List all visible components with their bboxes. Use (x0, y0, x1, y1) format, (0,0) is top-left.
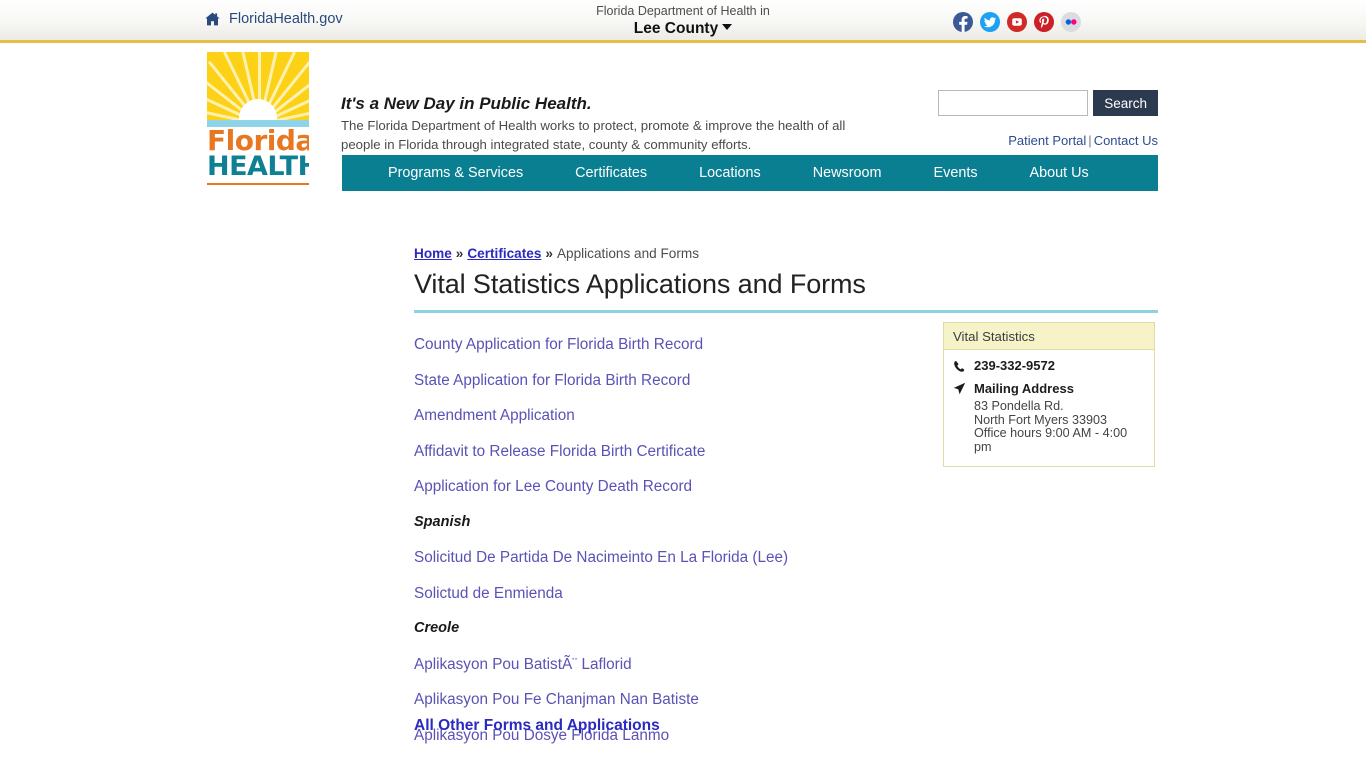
nav-item-locations[interactable]: Locations (673, 155, 787, 191)
address-row: Mailing Address 83 Pondella Rd. North Fo… (953, 380, 1145, 454)
office-hours: Office hours 9:00 AM - 4:00 pm (974, 426, 1128, 454)
language-heading-creole: Creole (414, 620, 460, 636)
contact-us-link[interactable]: Contact Us (1094, 133, 1158, 148)
tagline-description: The Florida Department of Health works t… (341, 118, 846, 152)
social-links (953, 12, 1081, 32)
all-other-forms-link[interactable]: All Other Forms and Applications (414, 717, 660, 735)
breadcrumb-certificates[interactable]: Certificates (467, 246, 541, 261)
chevron-down-icon (722, 24, 733, 30)
address-street: 83 Pondella Rd. (974, 399, 1064, 413)
patient-portal-link[interactable]: Patient Portal (1008, 133, 1086, 148)
list-item[interactable]: State Application for Florida Birth Reco… (414, 363, 924, 399)
sunburst-graphic (207, 52, 309, 120)
breadcrumb-home[interactable]: Home (414, 246, 452, 261)
nav-item-about-us[interactable]: About Us (1004, 155, 1115, 191)
navigation-arrow-icon (953, 380, 967, 395)
nav-item-programs-services[interactable]: Programs & Services (362, 155, 549, 191)
masthead: Florida HEALTH Lee County It's a New Day… (0, 43, 1366, 185)
nav-item-certificates[interactable]: Certificates (549, 155, 673, 191)
nav-item-newsroom[interactable]: Newsroom (787, 155, 908, 191)
phone-number[interactable]: 239-332-9572 (974, 358, 1055, 374)
search-button[interactable]: Search (1093, 90, 1158, 116)
floridahealth-gov-link[interactable]: FloridaHealth.gov (205, 11, 343, 27)
logo-word-florida: Florida (207, 124, 309, 157)
site-search: Search (938, 90, 1158, 116)
utility-links: Patient Portal | Contact Us (1008, 133, 1158, 148)
facebook-icon[interactable] (953, 12, 973, 32)
utility-link-separator: | (1088, 133, 1092, 148)
top-utility-bar: FloridaHealth.gov Florida Department of … (0, 0, 1366, 43)
main-navigation-wrapper: Programs & Services Certificates Locatio… (0, 155, 1366, 191)
county-selector[interactable]: Lee County (633, 19, 733, 38)
main-navigation: Programs & Services Certificates Locatio… (342, 155, 1158, 191)
floridahealth-gov-label: FloridaHealth.gov (229, 11, 343, 27)
phone-row: 239-332-9572 (953, 358, 1145, 374)
language-heading-spanish: Spanish (414, 513, 471, 530)
home-icon (205, 12, 220, 26)
list-item[interactable]: Aplikasyon Pou Fe Chanjman Nan Batiste (414, 682, 924, 718)
vital-statistics-card: Vital Statistics 239-332-9572 Mailing Ad… (943, 322, 1155, 468)
card-title: Vital Statistics (944, 323, 1154, 350)
county-selector-label: Lee County (633, 20, 719, 37)
address-city: North Fort Myers 33903 (974, 412, 1107, 427)
list-item[interactable]: Solicitud De Partida De Nacimeinto En La… (414, 540, 924, 576)
youtube-icon[interactable] (1007, 12, 1027, 32)
logo-word-health: HEALTH (207, 151, 309, 182)
breadcrumb-current: Applications and Forms (556, 246, 699, 261)
flickr-icon[interactable] (1061, 12, 1081, 32)
address-lines: 83 Pondella Rd. North Fort Myers 33903 O… (974, 399, 1145, 454)
pinterest-icon[interactable] (1034, 12, 1054, 32)
document-link-list: County Application for Florida Birth Rec… (414, 327, 924, 753)
breadcrumb-separator: » (545, 246, 553, 261)
list-item[interactable]: Amendment Application (414, 398, 924, 434)
breadcrumb: Home» Certificates» Applications and Forms (414, 246, 699, 261)
florida-health-logo[interactable]: Florida HEALTH Lee County (207, 52, 309, 185)
list-item[interactable]: County Application for Florida Birth Rec… (414, 327, 924, 363)
nav-item-events[interactable]: Events (908, 155, 1004, 191)
search-input[interactable] (938, 90, 1089, 116)
tagline-heading: It's a New Day in Public Health. (341, 94, 592, 113)
twitter-icon[interactable] (980, 12, 1000, 32)
breadcrumb-separator: » (455, 246, 464, 261)
phone-icon (953, 358, 967, 373)
list-item[interactable]: Affidavit to Release Florida Birth Certi… (414, 434, 924, 470)
address-label: Mailing Address (974, 381, 1074, 396)
list-item[interactable]: Solictud de Enmienda (414, 576, 924, 612)
list-item[interactable]: Aplikasyon Pou BatistÃ¨ Laflorid (414, 647, 924, 683)
page-title: Vital Statistics Applications and Forms (414, 269, 1158, 313)
list-item[interactable]: Application for Lee County Death Record (414, 469, 924, 505)
tagline-block: It's a New Day in Public Health. The Flo… (341, 94, 861, 154)
logo-divider (207, 183, 309, 185)
